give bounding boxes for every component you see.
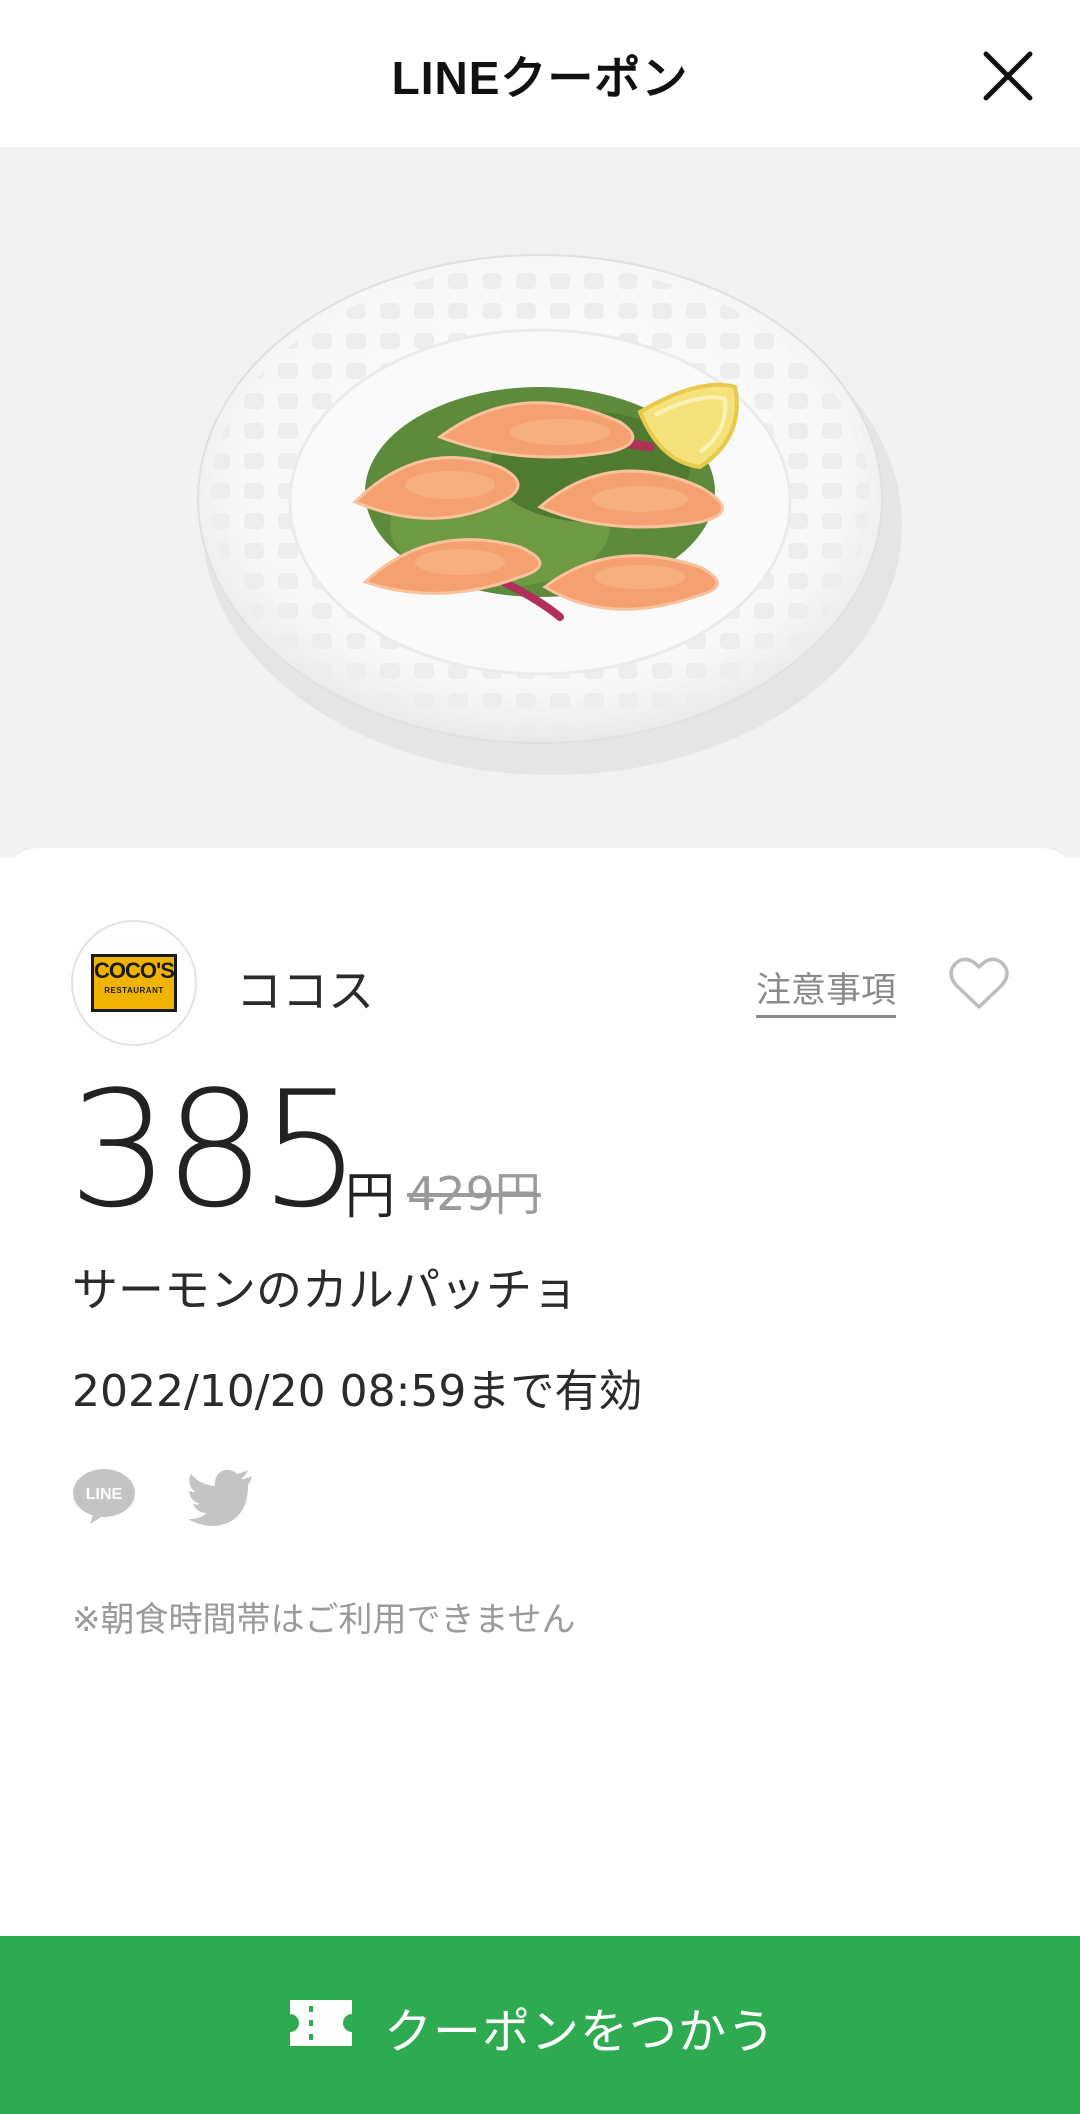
line-share-icon[interactable]: LINE [72, 1468, 136, 1526]
close-icon[interactable] [978, 46, 1038, 106]
header-title: LINEクーポン [391, 52, 689, 104]
twitter-share-icon[interactable] [188, 1470, 254, 1526]
use-coupon-button[interactable]: クーポンをつかう [0, 1936, 1080, 2114]
logo-text-sub: RESTAURANT [104, 986, 164, 995]
food-image [0, 147, 1080, 857]
item-name: サーモンのカルパッチョ [72, 1263, 578, 1317]
logo-text-main: COCO'S [94, 958, 175, 983]
original-price: 429円 [407, 1167, 541, 1221]
price-unit: 円 [345, 1167, 395, 1225]
salmon-carpaccio-image [197, 254, 902, 775]
discount-price: 385 [68, 1056, 361, 1243]
usage-note: ※朝食時間帯はご利用できません [72, 1600, 576, 1640]
use-coupon-label: クーポンをつかう [384, 2004, 777, 2060]
ticket-icon [290, 2000, 352, 2046]
notes-link[interactable]: 注意事項 [756, 962, 897, 1018]
app-header: LINEクーポン [0, 0, 1080, 147]
store-name: ココス [236, 964, 374, 1018]
line-share-text: LINE [86, 1486, 123, 1503]
heart-icon[interactable] [948, 955, 1010, 1011]
validity-date: 2022/10/20 08:59まで有効 [72, 1366, 643, 1417]
store-logo: COCO'S RESTAURANT [71, 920, 197, 1046]
cocos-logo-icon: COCO'S RESTAURANT [91, 954, 177, 1012]
